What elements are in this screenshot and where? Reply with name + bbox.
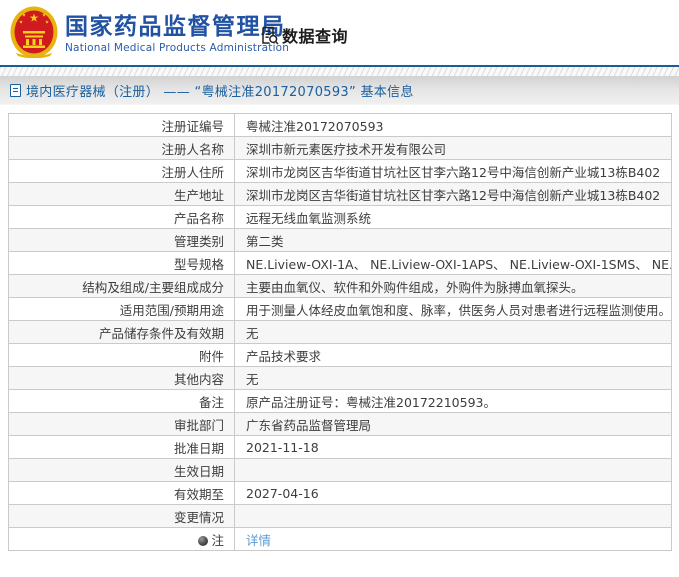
row-value: 第二类 <box>234 228 672 252</box>
row-value: 深圳市龙岗区吉华街道甘坑社区甘李六路12号中海信创新产业城13栋B402 <box>234 159 672 183</box>
row-value: 原产品注册证号：粤械注准20172210593。 <box>234 389 672 413</box>
table-row: 备注 原产品注册证号：粤械注准20172210593。 <box>8 389 672 413</box>
org-name-en: National Medical Products Administration <box>65 42 290 55</box>
table-row: 产品储存条件及有效期无 <box>8 320 672 344</box>
row-value: 详情 <box>234 527 672 551</box>
table-row: 适用范围/预期用途 用于测量人体经皮血氧饱和度、脉率，供医务人员对患者进行远程监测… <box>8 297 672 321</box>
row-value: 深圳市新元素医疗技术开发有限公司 <box>234 136 672 160</box>
row-value: 2027-04-16 <box>234 481 672 505</box>
nmpa-logo[interactable]: 国家药品监督管理局 National Medical Products Admi… <box>10 6 289 58</box>
breadcrumb: 境内医疗器械（注册） —— “粤械注准20172070593” 基本信息 <box>0 76 679 105</box>
row-label: 注册人住所 <box>8 159 235 183</box>
logo-text: 国家药品监督管理局 National Medical Products Admi… <box>65 10 289 54</box>
row-label: 有效期至 <box>8 481 235 505</box>
table-row: 注册人名称 深圳市新元素医疗技术开发有限公司 <box>8 136 672 160</box>
row-value: 无 <box>234 366 672 390</box>
row-value <box>234 504 672 528</box>
table-row: 其他内容无 <box>8 366 672 390</box>
table-row: 生效日期 <box>8 458 672 482</box>
row-label: 注 <box>8 527 235 551</box>
table-row: 生产地址 深圳市龙岗区吉华街道甘坑社区甘李六路12号中海信创新产业城13栋B402 <box>8 182 672 206</box>
row-value <box>234 458 672 482</box>
row-label: 附件 <box>8 343 235 367</box>
table-row: 审批部门 广东省药品监督管理局 <box>8 412 672 436</box>
data-query-nav[interactable]: 数据查询 <box>259 23 348 47</box>
table-row: 结构及组成/主要组成成分 主要由血氧仪、软件和外购件组成，外购件为脉搏血氧探头。 <box>8 274 672 298</box>
table-row: 附件 产品技术要求 <box>8 343 672 367</box>
row-label: 产品名称 <box>8 205 235 229</box>
data-query-icon <box>262 26 279 45</box>
row-value: 主要由血氧仪、软件和外购件组成，外购件为脉搏血氧探头。 <box>234 274 672 298</box>
row-value: 粤械注准20172070593 <box>234 113 672 137</box>
row-label: 型号规格 <box>8 251 235 275</box>
row-value: 无 <box>234 320 672 344</box>
row-label: 结构及组成/主要组成成分 <box>8 274 235 298</box>
row-value: 用于测量人体经皮血氧饱和度、脉率，供医务人员对患者进行远程监测使用。 <box>234 297 672 321</box>
table-row: 型号规格 NE.Liview-OXI-1A、 NE.Liview-OXI-1APS… <box>8 251 672 275</box>
row-label: 注册人名称 <box>8 136 235 160</box>
national-emblem-icon <box>10 6 58 58</box>
detail-link[interactable]: 详情 <box>246 533 271 548</box>
table-row: 注详情 <box>8 527 672 551</box>
table-row: 产品名称 远程无线血氧监测系统 <box>8 205 672 229</box>
row-value: 产品技术要求 <box>234 343 672 367</box>
row-label: 适用范围/预期用途 <box>8 297 235 321</box>
table-row: 批准日期 2021-11-18 <box>8 435 672 459</box>
row-label: 管理类别 <box>8 228 235 252</box>
row-label: 生产地址 <box>8 182 235 206</box>
row-label: 批准日期 <box>8 435 235 459</box>
row-value: NE.Liview-OXI-1A、 NE.Liview-OXI-1APS、 NE… <box>234 251 672 275</box>
row-label: 备注 <box>8 389 235 413</box>
row-value: 广东省药品监督管理局 <box>234 412 672 436</box>
row-value: 深圳市龙岗区吉华街道甘坑社区甘李六路12号中海信创新产业城13栋B402 <box>234 182 672 206</box>
decorative-stripe-band <box>0 67 679 76</box>
site-header: 国家药品监督管理局 National Medical Products Admi… <box>0 0 679 65</box>
row-label: 其他内容 <box>8 366 235 390</box>
org-name-zh: 国家药品监督管理局 <box>65 13 286 40</box>
row-label: 注册证编号 <box>8 113 235 137</box>
data-query-label: 数据查询 <box>282 27 349 46</box>
table-row: 注册证编号 粤械注准20172070593 <box>8 113 672 137</box>
row-label: 产品储存条件及有效期 <box>8 320 235 344</box>
breadcrumb-text: 境内医疗器械（注册） —— “粤械注准20172070593” 基本信息 <box>26 84 414 100</box>
page-icon <box>10 83 21 97</box>
table-row: 变更情况 <box>8 504 672 528</box>
table-row: 注册人住所 深圳市龙岗区吉华街道甘坑社区甘李六路12号中海信创新产业城13栋B40… <box>8 159 672 183</box>
note-icon <box>198 535 209 546</box>
row-label: 审批部门 <box>8 412 235 436</box>
table-row: 管理类别 第二类 <box>8 228 672 252</box>
row-label: 变更情况 <box>8 504 235 528</box>
row-label: 生效日期 <box>8 458 235 482</box>
row-value: 远程无线血氧监测系统 <box>234 205 672 229</box>
device-registration-table: 注册证编号 粤械注准20172070593 注册人名称 深圳市新元素医疗技术开发有限公… <box>8 113 672 551</box>
table-row: 有效期至 2027-04-16 <box>8 481 672 505</box>
row-value: 2021-11-18 <box>234 435 672 459</box>
